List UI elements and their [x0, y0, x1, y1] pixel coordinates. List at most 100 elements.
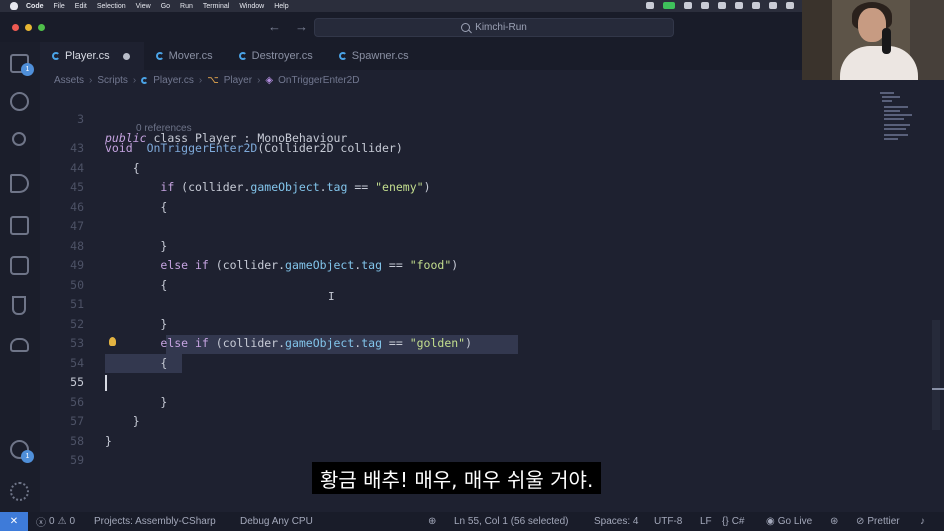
forward-arrow-icon[interactable]: → [295, 19, 308, 34]
code-line[interactable]: 52 } [40, 315, 920, 334]
close-window-button[interactable] [12, 24, 19, 31]
command-center-search[interactable]: Kimchi-Run [314, 18, 674, 37]
line-number: 50 [70, 277, 84, 292]
menu-file[interactable]: File [54, 3, 65, 10]
breadcrumb-file[interactable]: Player.cs [153, 75, 194, 86]
remote-indicator-icon[interactable]: ✕ [0, 512, 28, 531]
code-token: if [160, 180, 175, 194]
code-token: tag [361, 258, 382, 272]
code-line[interactable]: 53 else if (collider.gameObject.tag == "… [40, 334, 920, 353]
language-status[interactable]: {} C# [722, 512, 744, 531]
code-line[interactable]: 47 [40, 217, 920, 236]
line-number: 56 [70, 394, 84, 409]
problems-indicator[interactable]: ⓧ 0 ⚠ 0 [36, 512, 75, 531]
breadcrumb-method[interactable]: OnTriggerEnter2D [278, 75, 359, 86]
code-token: ) [423, 180, 431, 194]
menu-terminal[interactable]: Terminal [203, 3, 229, 10]
code-line[interactable]: 55 [40, 373, 920, 392]
menu-selection[interactable]: Selection [97, 3, 126, 10]
testing-icon[interactable] [12, 296, 26, 315]
code-editor[interactable]: 3 public class Player : MonoBehaviour 42… [40, 90, 930, 512]
code-line[interactable]: 43 void OnTriggerEnter2D(Collider2D colli… [40, 139, 920, 158]
breadcrumb-assets[interactable]: Assets [54, 75, 84, 86]
projects-status[interactable]: Projects: Assembly-CSharp [94, 512, 216, 531]
menu-edit[interactable]: Edit [75, 3, 87, 10]
prettier-status[interactable]: ⊘ Prettier [856, 512, 900, 531]
code-line[interactable]: 44 { [40, 159, 920, 178]
breadcrumb-scripts[interactable]: Scripts [97, 75, 128, 86]
code-line[interactable]: 48 } [40, 237, 920, 256]
eol-status[interactable]: LF [700, 512, 712, 531]
code-token: { [105, 199, 168, 214]
code-line[interactable]: 50 { [40, 276, 920, 295]
code-text: { [105, 198, 167, 217]
unsaved-dot-icon[interactable] [122, 52, 130, 60]
code-line[interactable]: 54 { [40, 354, 920, 373]
menu-help[interactable]: Help [274, 3, 288, 10]
zoom-icon[interactable]: ⊕ [428, 512, 436, 531]
bluetooth-icon[interactable] [752, 2, 760, 9]
menu-view[interactable]: View [136, 3, 151, 10]
csharp-file-icon [141, 76, 149, 84]
minimize-window-button[interactable] [25, 24, 32, 31]
zoom-window-button[interactable] [38, 24, 45, 31]
notifications-bell-icon[interactable]: ♪ [920, 512, 925, 531]
sync-icon[interactable] [701, 2, 709, 9]
line-number: 49 [70, 258, 84, 272]
minimap[interactable] [878, 90, 928, 150]
code-token: == [382, 336, 410, 350]
code-token: "golden" [409, 336, 466, 350]
code-line[interactable]: 57 } [40, 412, 920, 431]
csharp-file-icon [155, 52, 164, 60]
editor-scrollbar[interactable] [932, 320, 940, 430]
debug-config-status[interactable]: Debug Any CPU [240, 512, 313, 531]
code-line[interactable]: 45 if (collider.gameObject.tag == "enemy… [40, 178, 920, 197]
csharp-file-icon [52, 52, 60, 60]
copilot-icon[interactable]: ⊛ [830, 512, 838, 531]
code-line[interactable]: 56 } [40, 393, 920, 412]
run-debug-icon[interactable] [10, 174, 29, 193]
gear-icon[interactable] [10, 482, 29, 501]
input-source-icon[interactable] [786, 2, 794, 9]
docker-icon[interactable] [10, 338, 29, 352]
go-live-button[interactable]: ◉ Go Live [766, 512, 812, 531]
back-arrow-icon[interactable]: ← [268, 19, 281, 34]
tab-destroyer-cs[interactable]: Destroyer.cs [227, 42, 327, 70]
code-line[interactable]: 51 [40, 295, 920, 314]
tab-spawner-cs[interactable]: Spawner.cs [327, 42, 423, 70]
code-line[interactable]: 49 else if (collider.gameObject.tag == "… [40, 256, 920, 275]
codelens-references[interactable]: 0 references [136, 123, 192, 134]
tab-player-cs[interactable]: Player.cs [40, 42, 144, 70]
volume-icon[interactable] [735, 2, 743, 9]
battery-icon[interactable] [769, 2, 777, 9]
line-number: 55 [70, 375, 84, 389]
screen-record-icon[interactable] [646, 2, 654, 9]
source-control-icon[interactable] [12, 132, 26, 146]
clipboard-icon[interactable] [718, 2, 726, 9]
facetime-icon[interactable] [663, 2, 675, 9]
code-text: } [105, 412, 140, 431]
remote-explorer-icon[interactable] [10, 256, 29, 275]
creative-cloud-icon[interactable] [684, 2, 692, 9]
menu-window[interactable]: Window [239, 3, 264, 10]
code-line[interactable]: 58} [40, 432, 920, 451]
indentation-status[interactable]: Spaces: 4 [594, 512, 638, 531]
search-view-icon[interactable] [10, 92, 29, 111]
line-number: 48 [70, 238, 84, 253]
menu-app[interactable]: Code [26, 3, 44, 10]
encoding-status[interactable]: UTF-8 [654, 512, 682, 531]
go-live-label: Go Live [777, 516, 813, 527]
menu-run[interactable]: Run [180, 3, 193, 10]
apple-icon[interactable] [10, 2, 18, 10]
code-token: == [347, 180, 376, 194]
code-line[interactable]: 46 { [40, 198, 920, 217]
lightbulb-icon[interactable] [109, 337, 116, 346]
cursor-position-status[interactable]: Ln 55, Col 1 (56 selected) [454, 512, 569, 531]
tab-mover-cs[interactable]: Mover.cs [144, 42, 227, 70]
menu-go[interactable]: Go [161, 3, 170, 10]
code-text: } [105, 315, 167, 334]
line-number: 47 [70, 219, 84, 233]
breadcrumb-class[interactable]: Player [224, 75, 252, 86]
mouse-ibeam-icon: I [328, 290, 335, 303]
extensions-icon[interactable] [10, 216, 29, 235]
